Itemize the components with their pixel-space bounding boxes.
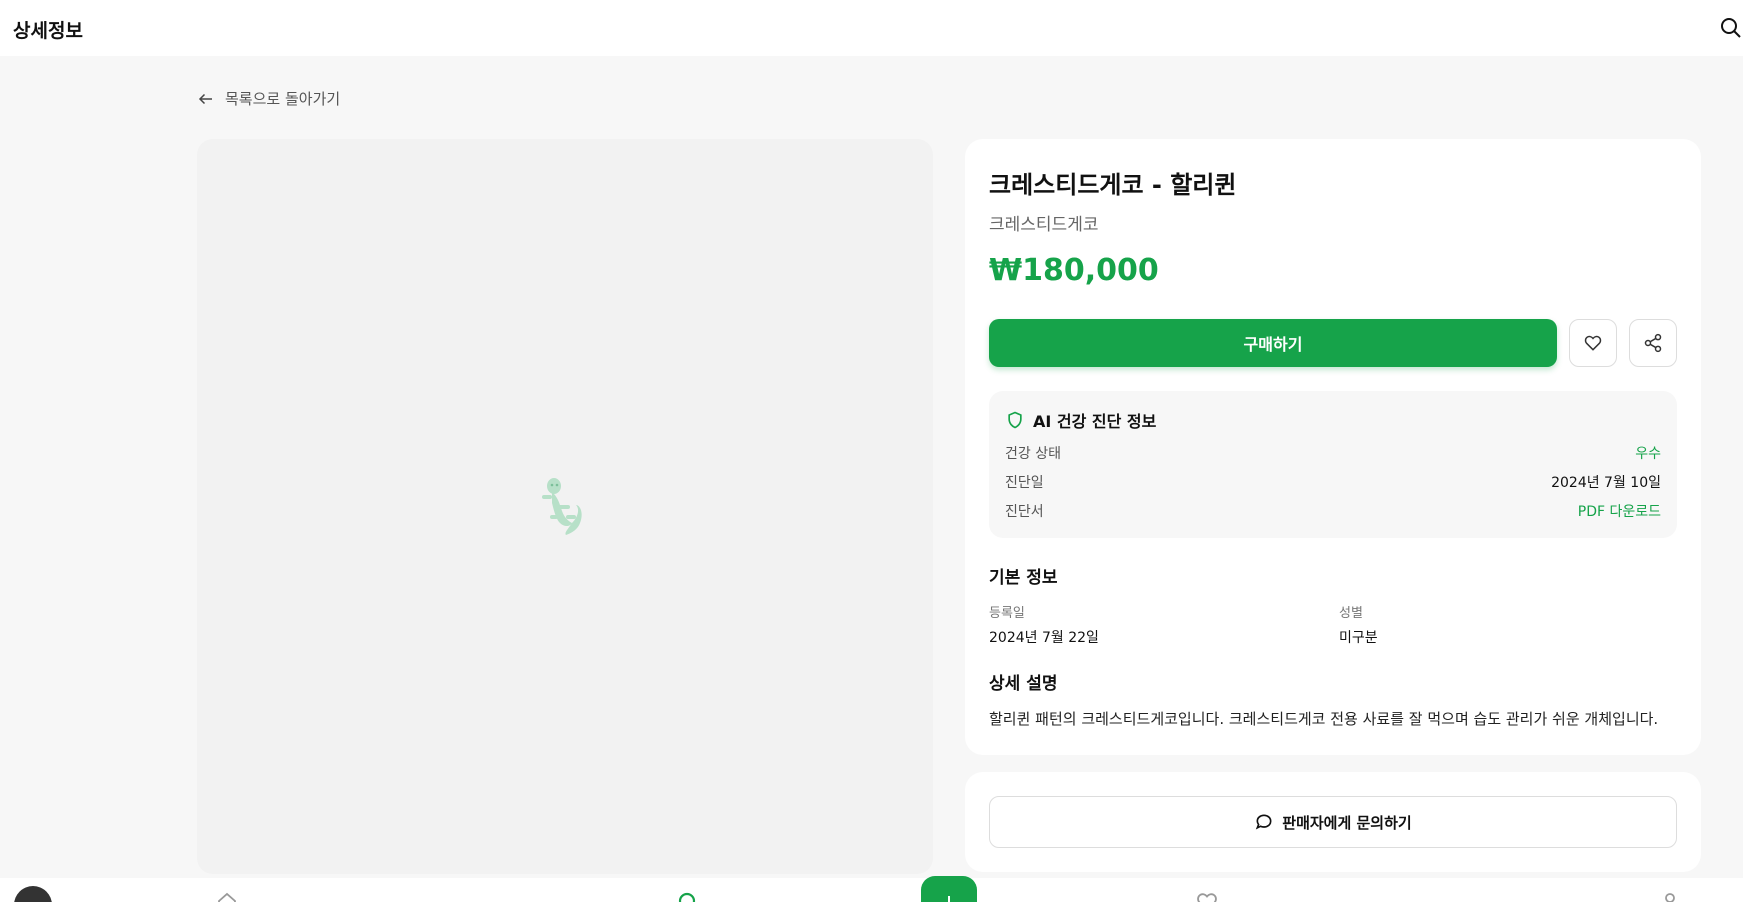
- plus-icon[interactable]: [921, 876, 977, 902]
- contact-card: 판매자에게 문의하기: [965, 772, 1701, 872]
- health-status-label: 건강 상태: [1005, 446, 1061, 462]
- back-to-list-link[interactable]: 목록으로 돌아가기: [197, 88, 340, 109]
- product-name: 크레스티드게코 - 할리퀸: [989, 171, 1237, 199]
- registration-date-field: 등록일 2024년 7월 22일: [989, 602, 1099, 647]
- shield-icon: [1008, 411, 1022, 429]
- chat-bubble-icon: [1256, 814, 1272, 830]
- page-title: 상세정보: [13, 20, 83, 42]
- bottom-nav: [0, 878, 1743, 902]
- health-title-text: AI 건강 진단 정보: [1033, 412, 1157, 431]
- back-label: 목록으로 돌아가기: [225, 90, 341, 108]
- ai-health-panel: AI 건강 진단 정보 건강 상태 우수 진단일 2024년 7월 10일 진단…: [989, 391, 1677, 538]
- contact-seller-button[interactable]: 판매자에게 문의하기: [989, 796, 1677, 848]
- arrow-left-icon: [198, 93, 212, 104]
- diagnosis-date-value: 2024년 7월 10일: [1551, 475, 1661, 491]
- product-info-card: 크레스티드게코 - 할리퀸 크레스티드게코 ₩180,000 구매하기 AI 건…: [965, 139, 1701, 755]
- sex-value: 미구분: [1339, 630, 1378, 646]
- share-button[interactable]: [1629, 319, 1677, 367]
- heart-icon: [1584, 335, 1602, 351]
- search-nav-icon[interactable]: [676, 890, 700, 902]
- product-price: ₩180,000: [989, 253, 1159, 288]
- top-bar: 상세정보: [0, 0, 1743, 56]
- description-text: 할리퀸 패턴의 크레스티드게코입니다. 크레스티드게코 전용 사료를 잘 먹으며…: [989, 710, 1659, 728]
- search-icon[interactable]: [1719, 16, 1743, 40]
- like-button[interactable]: [1569, 319, 1617, 367]
- description-title: 상세 설명: [989, 674, 1058, 694]
- diagnosis-date-label: 진단일: [1005, 475, 1044, 491]
- diagnosis-date-row: 진단일 2024년 7월 10일: [1005, 472, 1661, 492]
- user-icon[interactable]: [1658, 890, 1682, 902]
- health-status-value: 우수: [1635, 446, 1661, 462]
- home-icon[interactable]: [215, 890, 239, 902]
- basic-info-title: 기본 정보: [989, 568, 1058, 588]
- product-species: 크레스티드게코: [989, 215, 1099, 235]
- pdf-download-link[interactable]: PDF 다운로드: [1578, 501, 1661, 521]
- registration-date-label: 등록일: [989, 606, 1025, 621]
- certificate-row: 진단서 PDF 다운로드: [1005, 501, 1661, 521]
- heart-nav-icon[interactable]: [1195, 890, 1219, 902]
- health-status-row: 건강 상태 우수: [1005, 443, 1661, 463]
- sex-label: 성별: [1339, 606, 1363, 621]
- health-title: AI 건강 진단 정보: [1005, 408, 1156, 432]
- buy-button[interactable]: 구매하기: [989, 319, 1557, 367]
- share-icon: [1644, 333, 1662, 353]
- contact-seller-label: 판매자에게 문의하기: [1282, 813, 1412, 832]
- registration-date-value: 2024년 7월 22일: [989, 630, 1099, 646]
- gecko-icon: [542, 478, 582, 535]
- sex-field: 성별 미구분: [1339, 602, 1378, 647]
- product-image: [197, 139, 933, 874]
- certificate-label: 진단서: [1005, 504, 1044, 520]
